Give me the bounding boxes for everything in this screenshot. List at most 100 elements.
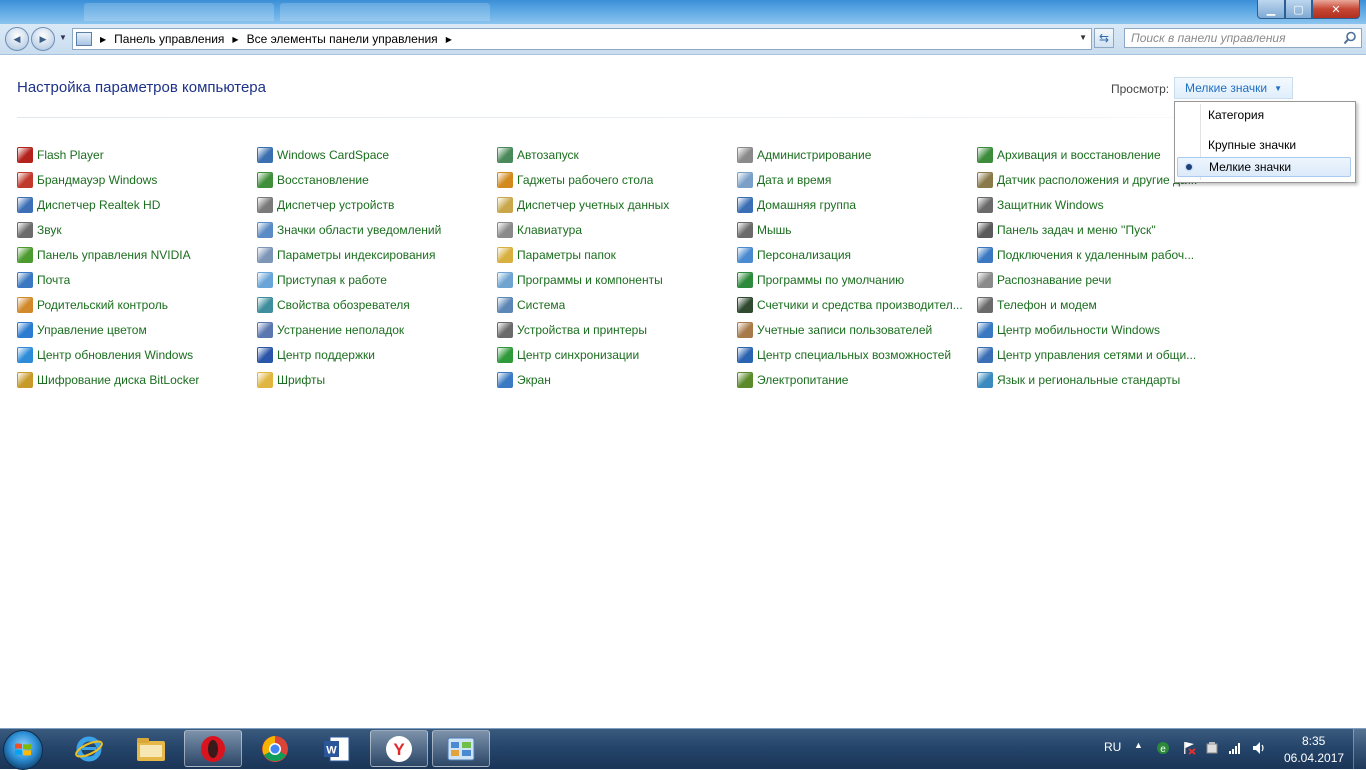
search-icon[interactable] — [1343, 31, 1357, 45]
menu-item-large-icons[interactable]: Крупные значки — [1177, 135, 1351, 155]
taskbar-word[interactable]: W — [308, 730, 366, 767]
breadcrumb-separator-icon[interactable]: ▶ — [100, 35, 106, 44]
taskbar-internet-explorer[interactable] — [60, 730, 118, 767]
taskbar-file-explorer[interactable] — [122, 730, 180, 767]
control-panel-item[interactable]: Параметры папок — [497, 246, 616, 264]
control-panel-item[interactable]: Система — [497, 296, 565, 314]
control-panel-item[interactable]: Домашняя группа — [737, 196, 856, 214]
control-panel-item[interactable]: Телефон и модем — [977, 296, 1097, 314]
control-panel-item[interactable]: Электропитание — [737, 371, 848, 389]
control-panel-item-icon — [737, 272, 753, 288]
safely-remove-hardware-icon[interactable] — [1205, 741, 1219, 755]
control-panel-item[interactable]: Шрифты — [257, 371, 325, 389]
control-panel-item[interactable]: Администрирование — [737, 146, 871, 164]
taskbar-chrome[interactable] — [246, 730, 304, 767]
control-panel-item[interactable]: Центр мобильности Windows — [977, 321, 1160, 339]
control-panel-item[interactable]: Брандмауэр Windows — [17, 171, 157, 189]
forward-button[interactable]: ▶ — [31, 27, 55, 51]
control-panel-item[interactable]: Защитник Windows — [977, 196, 1104, 214]
control-panel-item[interactable]: Центр синхронизации — [497, 346, 639, 364]
forward-arrow-icon: ▶ — [39, 33, 47, 44]
breadcrumb-all-items[interactable]: Все элементы панели управления — [247, 32, 438, 46]
flag-alert-tray-icon[interactable] — [1182, 741, 1196, 755]
control-panel-item[interactable]: Программы и компоненты — [497, 271, 663, 289]
start-button[interactable] — [3, 730, 43, 770]
network-signal-icon[interactable] — [1228, 741, 1242, 755]
back-button[interactable]: ◀ — [5, 27, 29, 51]
close-button[interactable]: ✕ — [1312, 0, 1360, 19]
address-field[interactable]: ▶ Панель управления ▶ Все элементы панел… — [72, 28, 1092, 50]
control-panel-item-label: Администрирование — [757, 148, 872, 162]
control-panel-item[interactable]: Диспетчер Realtek HD — [17, 196, 160, 214]
control-panel-item[interactable]: Свойства обозревателя — [257, 296, 410, 314]
search-input[interactable] — [1129, 30, 1343, 46]
control-panel-item[interactable]: Устройства и принтеры — [497, 321, 647, 339]
control-panel-item[interactable]: Архивация и восстановление — [977, 146, 1161, 164]
control-panel-item[interactable]: Центр специальных возможностей — [737, 346, 951, 364]
control-panel-item[interactable]: Программы по умолчанию — [737, 271, 904, 289]
control-panel-item-label: Flash Player — [37, 148, 104, 162]
language-indicator[interactable]: RU — [1104, 740, 1121, 754]
control-panel-item[interactable]: Распознавание речи — [977, 271, 1111, 289]
refresh-button[interactable]: ⇆ — [1094, 28, 1114, 48]
control-panel-item[interactable]: Дата и время — [737, 171, 831, 189]
show-hidden-icons-button[interactable]: ▲ — [1134, 740, 1143, 750]
maximize-button[interactable]: ▢ — [1285, 0, 1312, 19]
security-tray-icon[interactable]: e — [1156, 741, 1170, 755]
taskbar-control-panel[interactable] — [432, 730, 490, 767]
control-panel-item-label: Подключения к удаленным рабоч... — [997, 248, 1195, 262]
control-panel-item[interactable]: Экран — [497, 371, 551, 389]
search-box[interactable] — [1124, 28, 1362, 48]
address-history-dropdown-icon[interactable]: ▼ — [1079, 33, 1087, 42]
control-panel-item[interactable]: Устранение неполадок — [257, 321, 404, 339]
control-panel-item[interactable]: Восстановление — [257, 171, 369, 189]
control-panel-item[interactable]: Шифрование диска BitLocker — [17, 371, 199, 389]
control-panel-item[interactable]: Диспетчер устройств — [257, 196, 394, 214]
control-panel-item[interactable]: Счетчики и средства производител... — [737, 296, 963, 314]
control-panel-item[interactable]: Звук — [17, 221, 62, 239]
control-panel-item[interactable]: Приступая к работе — [257, 271, 387, 289]
control-panel-item[interactable]: Учетные записи пользователей — [737, 321, 932, 339]
control-panel-item[interactable]: Панель задач и меню ''Пуск'' — [977, 221, 1156, 239]
clock-date[interactable]: 06.04.2017 — [1284, 751, 1344, 765]
control-panel-item-icon — [257, 197, 273, 213]
minimize-button[interactable]: ▁ — [1257, 0, 1285, 19]
control-panel-item-label: Панель задач и меню ''Пуск'' — [997, 223, 1156, 237]
control-panel-item[interactable]: Значки области уведомлений — [257, 221, 441, 239]
internet-explorer-icon — [75, 736, 103, 761]
view-mode-value: Мелкие значки — [1185, 81, 1268, 95]
control-panel-item[interactable]: Центр обновления Windows — [17, 346, 193, 364]
show-desktop-button[interactable] — [1353, 729, 1366, 769]
control-panel-item[interactable]: Управление цветом — [17, 321, 147, 339]
control-panel-item[interactable]: Автозапуск — [497, 146, 579, 164]
control-panel-item[interactable]: Центр поддержки — [257, 346, 375, 364]
taskbar-yandex-browser[interactable]: Y — [370, 730, 428, 767]
control-panel-item[interactable]: Родительский контроль — [17, 296, 168, 314]
control-panel-item[interactable]: Flash Player — [17, 146, 104, 164]
control-panel-item[interactable]: Мышь — [737, 221, 792, 239]
clock-time[interactable]: 8:35 — [1302, 734, 1325, 748]
control-panel-item[interactable]: Windows CardSpace — [257, 146, 389, 164]
view-mode-dropdown[interactable]: Мелкие значки ▼ — [1174, 77, 1294, 99]
control-panel-item[interactable]: Подключения к удаленным рабоч... — [977, 246, 1194, 264]
control-panel-item[interactable]: Персонализация — [737, 246, 851, 264]
control-panel-item[interactable]: Язык и региональные стандарты — [977, 371, 1180, 389]
breadcrumb-separator-icon[interactable]: ▶ — [446, 35, 452, 44]
control-panel-item-label: Центр мобильности Windows — [997, 323, 1160, 337]
volume-icon[interactable] — [1252, 741, 1266, 755]
recent-pages-dropdown-icon[interactable]: ▼ — [59, 33, 67, 42]
taskbar-opera[interactable] — [184, 730, 242, 767]
control-panel-item[interactable]: Центр управления сетями и общи... — [977, 346, 1196, 364]
control-panel-item[interactable]: Панель управления NVIDIA — [17, 246, 191, 264]
breadcrumb-separator-icon[interactable]: ▶ — [232, 35, 238, 44]
control-panel-item[interactable]: Датчик расположения и другие дат... — [977, 171, 1197, 189]
control-panel-item[interactable]: Диспетчер учетных данных — [497, 196, 669, 214]
control-panel-item[interactable]: Клавиатура — [497, 221, 582, 239]
menu-item-small-icons[interactable]: Мелкие значки — [1177, 157, 1351, 177]
breadcrumb-control-panel[interactable]: Панель управления — [114, 32, 224, 46]
control-panel-item[interactable]: Параметры индексирования — [257, 246, 435, 264]
menu-item-category[interactable]: Категория — [1177, 105, 1351, 125]
control-panel-item-label: Программы и компоненты — [517, 273, 663, 287]
control-panel-item[interactable]: Почта — [17, 271, 70, 289]
control-panel-item[interactable]: Гаджеты рабочего стола — [497, 171, 653, 189]
